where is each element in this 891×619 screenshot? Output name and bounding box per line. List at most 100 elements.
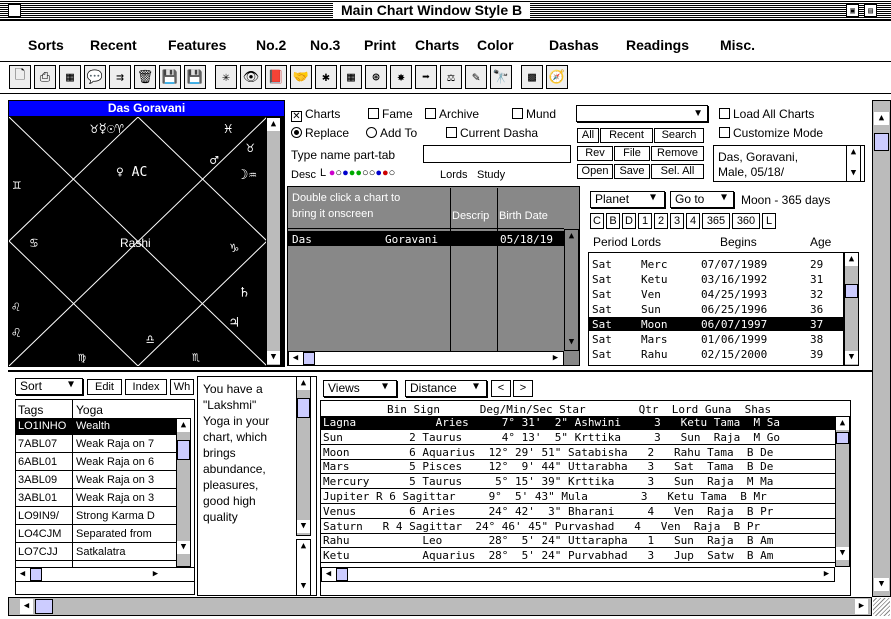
- menu-readings[interactable]: Readings: [626, 37, 689, 53]
- dasha-tab-c[interactable]: C: [590, 213, 604, 229]
- file-button[interactable]: File: [614, 146, 650, 161]
- info-scroll-down-icon[interactable]: ▼: [847, 167, 860, 180]
- handshake-icon[interactable]: 🤝: [290, 65, 312, 89]
- yoga-row[interactable]: 3ABL09 Weak Raja on 3: [16, 472, 176, 489]
- planet-row[interactable]: Mars 5 Pisces 12° 9' 44" Uttarabha 3 Sat…: [321, 460, 835, 475]
- remove-button[interactable]: Remove: [651, 146, 704, 161]
- chart-list-up-icon[interactable]: ▲: [565, 230, 578, 243]
- menu-charts[interactable]: Charts: [415, 37, 459, 53]
- replace-radio[interactable]: [291, 127, 302, 138]
- yoga-right-icon[interactable]: ▶: [149, 568, 162, 581]
- planets-right-icon[interactable]: ▶: [820, 568, 833, 581]
- chart-select-dropdown[interactable]: ▼: [576, 105, 708, 122]
- chart-list-left-icon[interactable]: ◀: [289, 352, 302, 365]
- edit-button[interactable]: Edit: [87, 379, 122, 395]
- window-left-icon[interactable]: ◀: [20, 599, 33, 614]
- desc-vthumb[interactable]: [297, 398, 310, 418]
- eye-icon[interactable]: 👁: [240, 65, 262, 89]
- dasha-tab-d[interactable]: D: [622, 213, 636, 229]
- window-hthumb[interactable]: [35, 599, 53, 614]
- recent-button[interactable]: Recent: [600, 128, 653, 143]
- yoga-row[interactable]: LO7CJJ Satkalatra: [16, 544, 176, 561]
- grid-chart-icon[interactable]: ✱: [315, 65, 337, 89]
- add-to-radio[interactable]: [366, 127, 377, 138]
- planet-row[interactable]: Sun 2 Taurus 4° 13' 5" Krttika 3 Sun Raj…: [321, 431, 835, 445]
- yoga-row[interactable]: 3ABL01 Weak Raja on 3: [16, 490, 176, 507]
- charts-option[interactable]: ✕ Charts: [291, 107, 340, 122]
- speech-bubble-icon[interactable]: 💬: [84, 65, 106, 89]
- window-down-icon[interactable]: ▼: [874, 578, 889, 591]
- new-document-icon[interactable]: 🗋: [9, 65, 31, 89]
- fame-option[interactable]: Fame: [368, 107, 413, 121]
- planet-row[interactable]: Mercury 5 Taurus 5° 15' 39" Krttika 3 Su…: [321, 475, 835, 490]
- yoga-vthumb[interactable]: [177, 440, 190, 460]
- yoga-row[interactable]: LO1INHO Wealth: [16, 418, 176, 435]
- open-button[interactable]: Open: [577, 164, 613, 179]
- wh-button[interactable]: Wh: [170, 379, 194, 395]
- save-as-icon[interactable]: 💾: [184, 65, 206, 89]
- birth-date-header[interactable]: Birth Date: [499, 210, 548, 222]
- dasha-tab-2[interactable]: 2: [654, 213, 668, 229]
- menu-sorts[interactable]: Sorts: [28, 37, 64, 53]
- chart-scroll-down-icon[interactable]: ▼: [267, 351, 280, 364]
- chart-list-vscroll[interactable]: [564, 229, 579, 351]
- planets-header[interactable]: Bin Sign Deg/Min/Sec Star Qtr Lord Guna …: [387, 403, 771, 416]
- dasha-row[interactable]: Sat Rahu 02/15/2000 39: [589, 347, 843, 361]
- book-icon[interactable]: 📕: [265, 65, 287, 89]
- dasha-row[interactable]: Sat Mars 01/06/1999 38: [589, 332, 843, 346]
- window-up-icon[interactable]: ▲: [874, 112, 889, 125]
- prev-button[interactable]: <: [491, 380, 511, 397]
- current-dasha-checkbox[interactable]: [446, 127, 457, 138]
- dasha-tab-3[interactable]: 3: [670, 213, 684, 229]
- circle-chart-icon[interactable]: ⊛: [365, 65, 387, 89]
- sun-icon[interactable]: ✸: [390, 65, 412, 89]
- planet-row[interactable]: Moon 6 Aquarius 12° 29' 51" Satabisha 2 …: [321, 446, 835, 460]
- planet-row[interactable]: Lagna Aries 7° 31' 2" Ashwini 3 Ketu Tam…: [321, 416, 835, 430]
- binoculars-icon[interactable]: 🔭: [490, 65, 512, 89]
- planet-row[interactable]: Ketu Aquarius 28° 5' 24" Purvabhad 3 Jup…: [321, 549, 835, 564]
- planets-up-icon[interactable]: ▲: [836, 417, 849, 430]
- table-icon[interactable]: ▦: [340, 65, 362, 89]
- begins-header[interactable]: Begins: [720, 235, 757, 249]
- yoga-hthumb[interactable]: [30, 568, 42, 581]
- replace-option[interactable]: Replace: [291, 126, 349, 140]
- archive-option[interactable]: Archive: [425, 107, 479, 121]
- yoga-row[interactable]: LO9IN9/Strong Karma D: [16, 508, 176, 525]
- scales-icon[interactable]: ⚖: [440, 65, 462, 89]
- chart-list-down-icon[interactable]: ▼: [565, 336, 578, 349]
- yoga-down-icon[interactable]: ▼: [177, 541, 190, 554]
- window-right-icon[interactable]: ▶: [855, 599, 868, 614]
- trash-icon[interactable]: 🗑: [134, 65, 156, 89]
- dasha-row[interactable]: Sat Ven 04/25/1993 32: [589, 287, 843, 301]
- period-lords-header[interactable]: Period Lords: [593, 235, 661, 249]
- yoga-header[interactable]: Yoga: [76, 403, 103, 417]
- menu-no-2[interactable]: No.2: [256, 37, 286, 53]
- menu-color[interactable]: Color: [477, 37, 514, 53]
- zoom-box[interactable]: ▣: [846, 4, 859, 17]
- age-header[interactable]: Age: [810, 235, 831, 249]
- save-button[interactable]: Save: [614, 164, 650, 179]
- dasha-vscroll[interactable]: [844, 252, 859, 366]
- calculator-icon[interactable]: ▦: [59, 65, 81, 89]
- dasha-row[interactable]: Sat Sun 06/25/1996 36: [589, 302, 843, 316]
- dasha-tab-b[interactable]: B: [606, 213, 620, 229]
- close-box[interactable]: [8, 4, 21, 17]
- customize-checkbox[interactable]: [719, 127, 730, 138]
- chart-list-hscroll[interactable]: [288, 351, 564, 366]
- planets-left-icon[interactable]: ◀: [322, 568, 335, 581]
- planets-vthumb[interactable]: [836, 432, 849, 444]
- dasha-row[interactable]: Sat Moon 06/07/1997 37: [589, 317, 843, 331]
- planet-row[interactable]: Jupiter R 6 Sagittar 9° 5' 43" Mula 3 Ke…: [321, 490, 835, 504]
- dasha-tab-1[interactable]: 1: [638, 213, 652, 229]
- rev-button[interactable]: Rev: [577, 146, 613, 161]
- load-all-option[interactable]: Load All Charts: [719, 107, 814, 121]
- charts-checkbox[interactable]: ✕: [291, 111, 302, 122]
- archive-checkbox[interactable]: [425, 108, 436, 119]
- fame-checkbox[interactable]: [368, 108, 379, 119]
- yoga-row[interactable]: 7ABL07 Weak Raja on 7: [16, 436, 176, 453]
- load-all-checkbox[interactable]: [719, 108, 730, 119]
- pencil-icon[interactable]: ✎: [465, 65, 487, 89]
- planet-row[interactable]: Saturn R 4 Sagittar 24° 46' 45" Purvasha…: [321, 520, 835, 534]
- window-vscroll[interactable]: [872, 100, 891, 597]
- menu-print[interactable]: Print: [364, 37, 396, 53]
